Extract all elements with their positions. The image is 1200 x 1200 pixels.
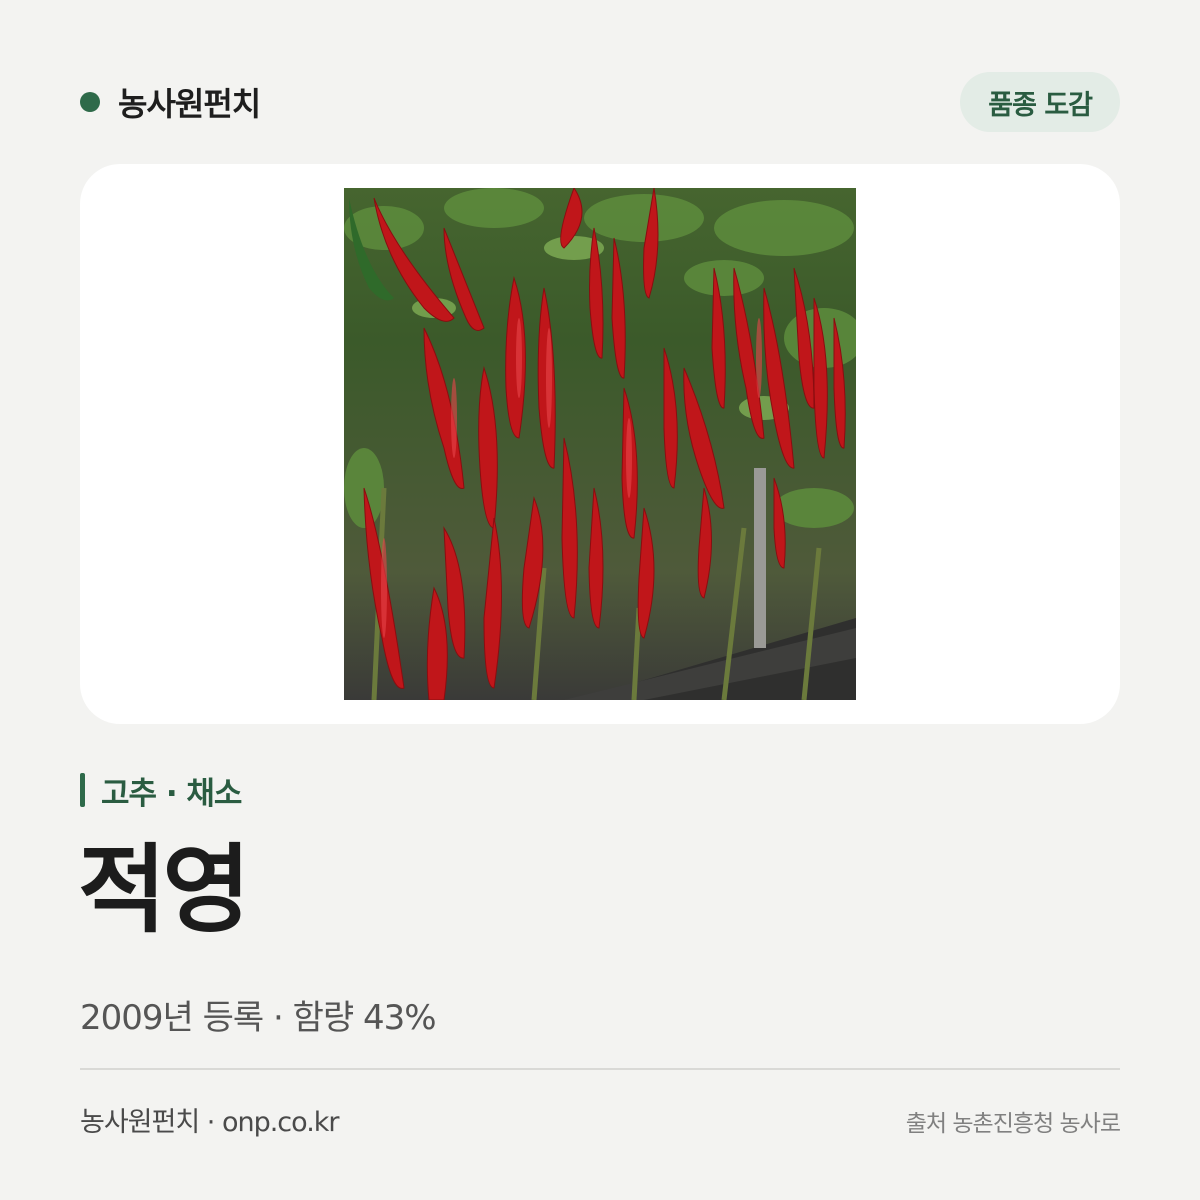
brand-name: 농사원펀치 xyxy=(118,85,261,123)
category: 고추 · 채소 xyxy=(80,770,242,812)
catalog-badge[interactable]: 품종 도감 xyxy=(960,72,1120,132)
variety-title: 적영 xyxy=(78,834,251,946)
variety-photo xyxy=(344,188,856,700)
header: 농사원펀치 품종 도감 xyxy=(80,72,1120,132)
variety-meta: 2009년 등록 · 함량 43% xyxy=(80,998,437,1038)
footer-site[interactable]: 농사원펀치 · onp.co.kr xyxy=(80,1100,340,1139)
category-label: 고추 · 채소 xyxy=(101,775,242,812)
footer-source: 출처 농촌진흥청 농사로 xyxy=(905,1111,1121,1137)
category-bar xyxy=(80,773,85,807)
brand[interactable]: 농사원펀치 xyxy=(80,79,261,125)
chili-pepper-image xyxy=(344,188,856,700)
divider xyxy=(80,1068,1120,1070)
brand-dot-icon xyxy=(80,92,100,112)
photo-card xyxy=(80,164,1120,724)
